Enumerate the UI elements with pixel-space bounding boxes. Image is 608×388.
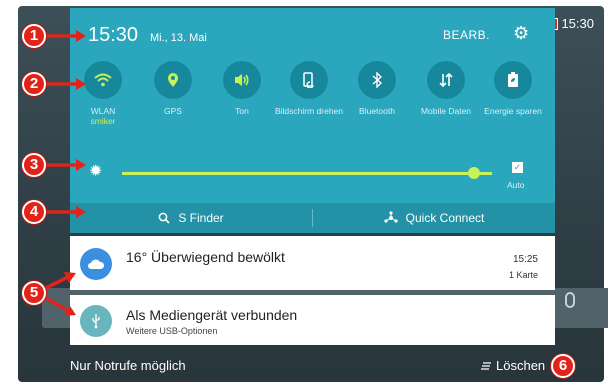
- marker-2: 2: [22, 72, 46, 96]
- marker-1: 1: [22, 24, 46, 48]
- marker-6: 6: [551, 354, 575, 378]
- marker-4: 4: [22, 200, 46, 224]
- annotation-arrows: [45, 30, 86, 316]
- marker-3: 3: [22, 153, 46, 177]
- marker-5: 5: [22, 281, 46, 305]
